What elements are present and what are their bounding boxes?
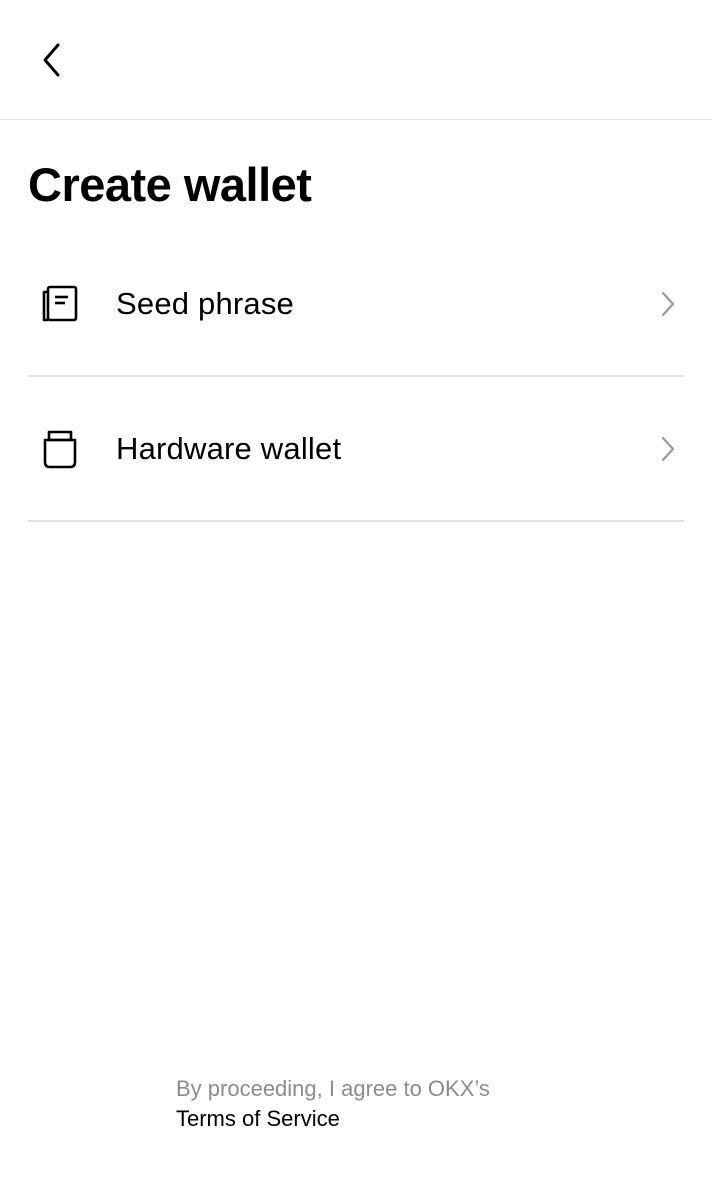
- hardware-wallet-icon: [40, 429, 80, 469]
- seed-phrase-book-icon: [40, 284, 80, 324]
- page-title: Create wallet: [28, 158, 312, 211]
- hardware-wallet-option[interactable]: Hardware wallet: [28, 377, 684, 522]
- seed-phrase-option[interactable]: Seed phrase: [28, 232, 684, 377]
- chevron-right-icon: [658, 434, 678, 464]
- back-button[interactable]: [30, 36, 74, 84]
- wallet-options-list: Seed phrase Hardware wallet: [28, 232, 684, 522]
- top-bar: [0, 0, 712, 120]
- agreement-text: By proceeding, I agree to OKX’s: [176, 1076, 490, 1101]
- seed-phrase-label: Seed phrase: [116, 285, 294, 321]
- chevron-left-icon: [43, 43, 60, 77]
- chevron-right-icon: [658, 289, 678, 319]
- hardware-wallet-label: Hardware wallet: [116, 430, 342, 466]
- terms-footer: By proceeding, I agree to OKX’s Terms of…: [176, 1074, 576, 1134]
- terms-of-service-link[interactable]: Terms of Service: [176, 1104, 576, 1134]
